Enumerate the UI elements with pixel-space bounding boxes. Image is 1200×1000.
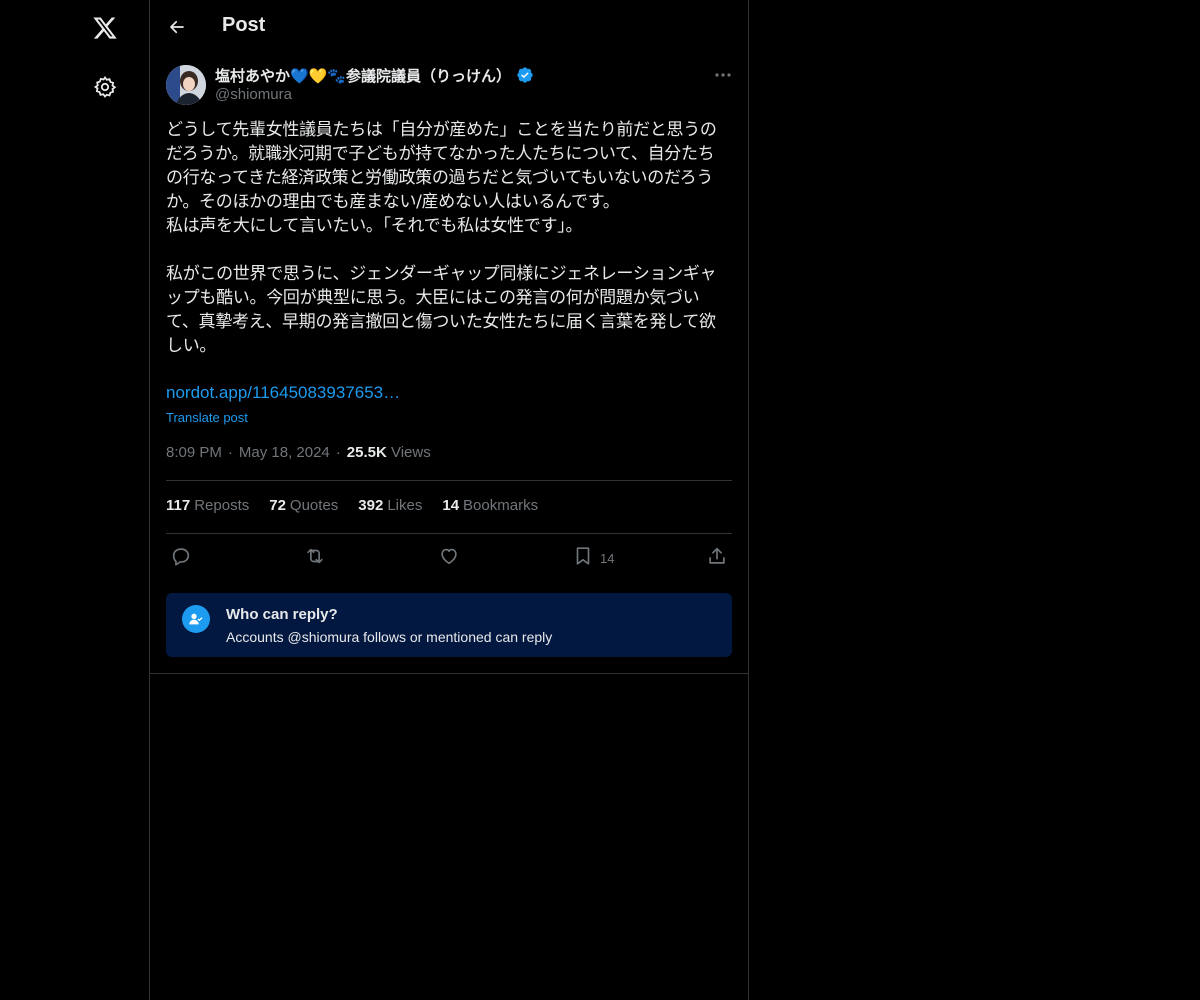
quotes-count: 72 bbox=[269, 497, 286, 514]
bookmark-button[interactable]: 14 bbox=[572, 546, 614, 570]
bookmark-count: 14 bbox=[600, 550, 615, 566]
likes-label: Likes bbox=[387, 497, 423, 514]
reply-icon bbox=[170, 545, 192, 572]
post-link[interactable]: nordot.app/11645083937653… bbox=[166, 383, 400, 403]
share-button[interactable] bbox=[706, 546, 728, 570]
back-arrow-icon[interactable] bbox=[162, 12, 192, 42]
gear-icon[interactable] bbox=[89, 71, 121, 103]
avatar[interactable] bbox=[166, 65, 206, 105]
separator-dot: · bbox=[335, 444, 341, 461]
divider bbox=[150, 673, 748, 674]
reposts-stat[interactable]: 117 Reposts bbox=[166, 497, 249, 514]
views-label: Views bbox=[390, 444, 431, 461]
likes-stat[interactable]: 392 Likes bbox=[358, 497, 422, 514]
bookmarks-label: Bookmarks bbox=[463, 497, 539, 514]
reply-button[interactable] bbox=[170, 546, 192, 570]
translate-post-link[interactable]: Translate post bbox=[166, 410, 248, 425]
quotes-label: Quotes bbox=[289, 497, 339, 514]
engagement-stats: 117 Reposts 72 Quotes 392 Likes 14 Bookmarks bbox=[166, 497, 538, 514]
divider bbox=[166, 480, 732, 481]
like-button[interactable] bbox=[438, 546, 460, 570]
bookmark-icon bbox=[572, 545, 594, 572]
reposts-label: Reposts bbox=[194, 497, 250, 514]
quotes-stat[interactable]: 72 Quotes bbox=[269, 497, 338, 514]
like-icon bbox=[438, 545, 460, 572]
share-icon bbox=[706, 545, 728, 572]
likes-count: 392 bbox=[358, 497, 384, 514]
reply-restriction-title: Who can reply? bbox=[226, 606, 338, 623]
page-title: Post bbox=[222, 14, 266, 36]
separator-dot: · bbox=[227, 444, 233, 461]
post-detail-column: Post 塩村あやか💙💛🐾参議院議員（りっけん） @shiomura どうして先… bbox=[149, 0, 749, 1000]
post-time[interactable]: 8:09 PM bbox=[166, 444, 222, 461]
bookmarks-stat[interactable]: 14 Bookmarks bbox=[442, 497, 538, 514]
who-can-reply-notice: Who can reply? Accounts @shiomura follow… bbox=[166, 593, 732, 657]
author-handle[interactable]: @shiomura bbox=[215, 86, 292, 103]
reply-restriction-subtitle: Accounts @shiomura follows or mentioned … bbox=[226, 629, 553, 645]
views-count: 25.5K bbox=[346, 444, 387, 461]
action-bar: 14 bbox=[166, 543, 732, 573]
author-name-row[interactable]: 塩村あやか💙💛🐾参議院議員（りっけん） bbox=[215, 64, 534, 86]
author-name[interactable]: 塩村あやか💙💛🐾参議院議員（りっけん） bbox=[215, 65, 511, 86]
mention-user-icon bbox=[182, 605, 210, 633]
post-text: どうして先輩女性議員たちは「自分が産めた」ことを当たり前だと思うの だろうか。就… bbox=[166, 120, 717, 356]
verified-badge-icon bbox=[516, 66, 534, 84]
divider bbox=[166, 533, 732, 534]
post-meta: 8:09 PM · May 18, 2024 · 25.5K Views bbox=[166, 444, 431, 461]
post-date[interactable]: May 18, 2024 bbox=[239, 444, 330, 461]
page-header: Post bbox=[150, 0, 748, 53]
reposts-count: 117 bbox=[166, 497, 191, 514]
x-logo-icon[interactable] bbox=[89, 12, 121, 44]
left-nav bbox=[0, 0, 150, 1000]
bookmarks-count: 14 bbox=[442, 497, 460, 514]
repost-icon bbox=[304, 545, 326, 572]
more-icon[interactable] bbox=[712, 65, 734, 85]
repost-button[interactable] bbox=[304, 546, 326, 570]
views-stat: 25.5K Views bbox=[347, 444, 431, 461]
